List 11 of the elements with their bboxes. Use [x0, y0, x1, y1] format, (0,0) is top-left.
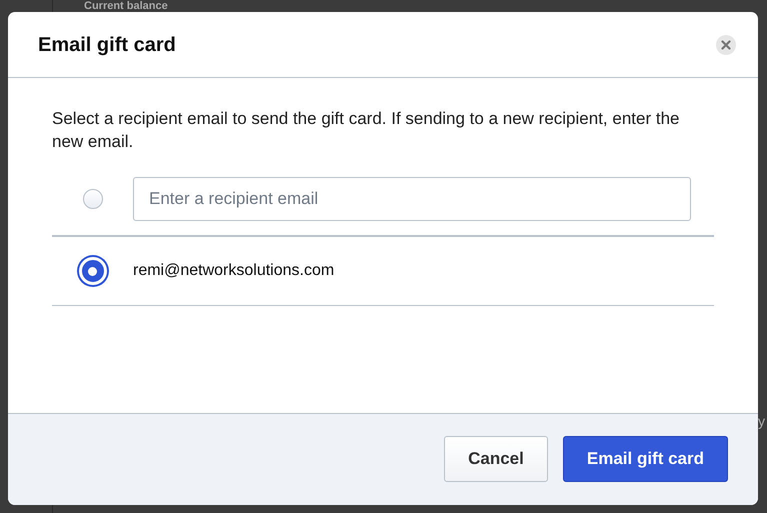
radio-button[interactable] [82, 188, 102, 208]
close-button[interactable] [716, 34, 736, 54]
email-gift-card-button[interactable]: Email gift card [562, 436, 728, 482]
cancel-button[interactable]: Cancel [444, 436, 548, 482]
page-text: y [758, 412, 765, 430]
instructions-text: Select a recipient email to send the gift card. If sending to a new recipient, enter the new email. [52, 108, 680, 153]
close-icon [721, 40, 731, 50]
recipient-email: remi@networksolutions.com [133, 261, 334, 281]
dialog-title: Email gift card [38, 32, 176, 58]
email-input-field[interactable]: Enter a recipient email [133, 176, 691, 220]
page-heading: Current balance [84, 0, 168, 12]
